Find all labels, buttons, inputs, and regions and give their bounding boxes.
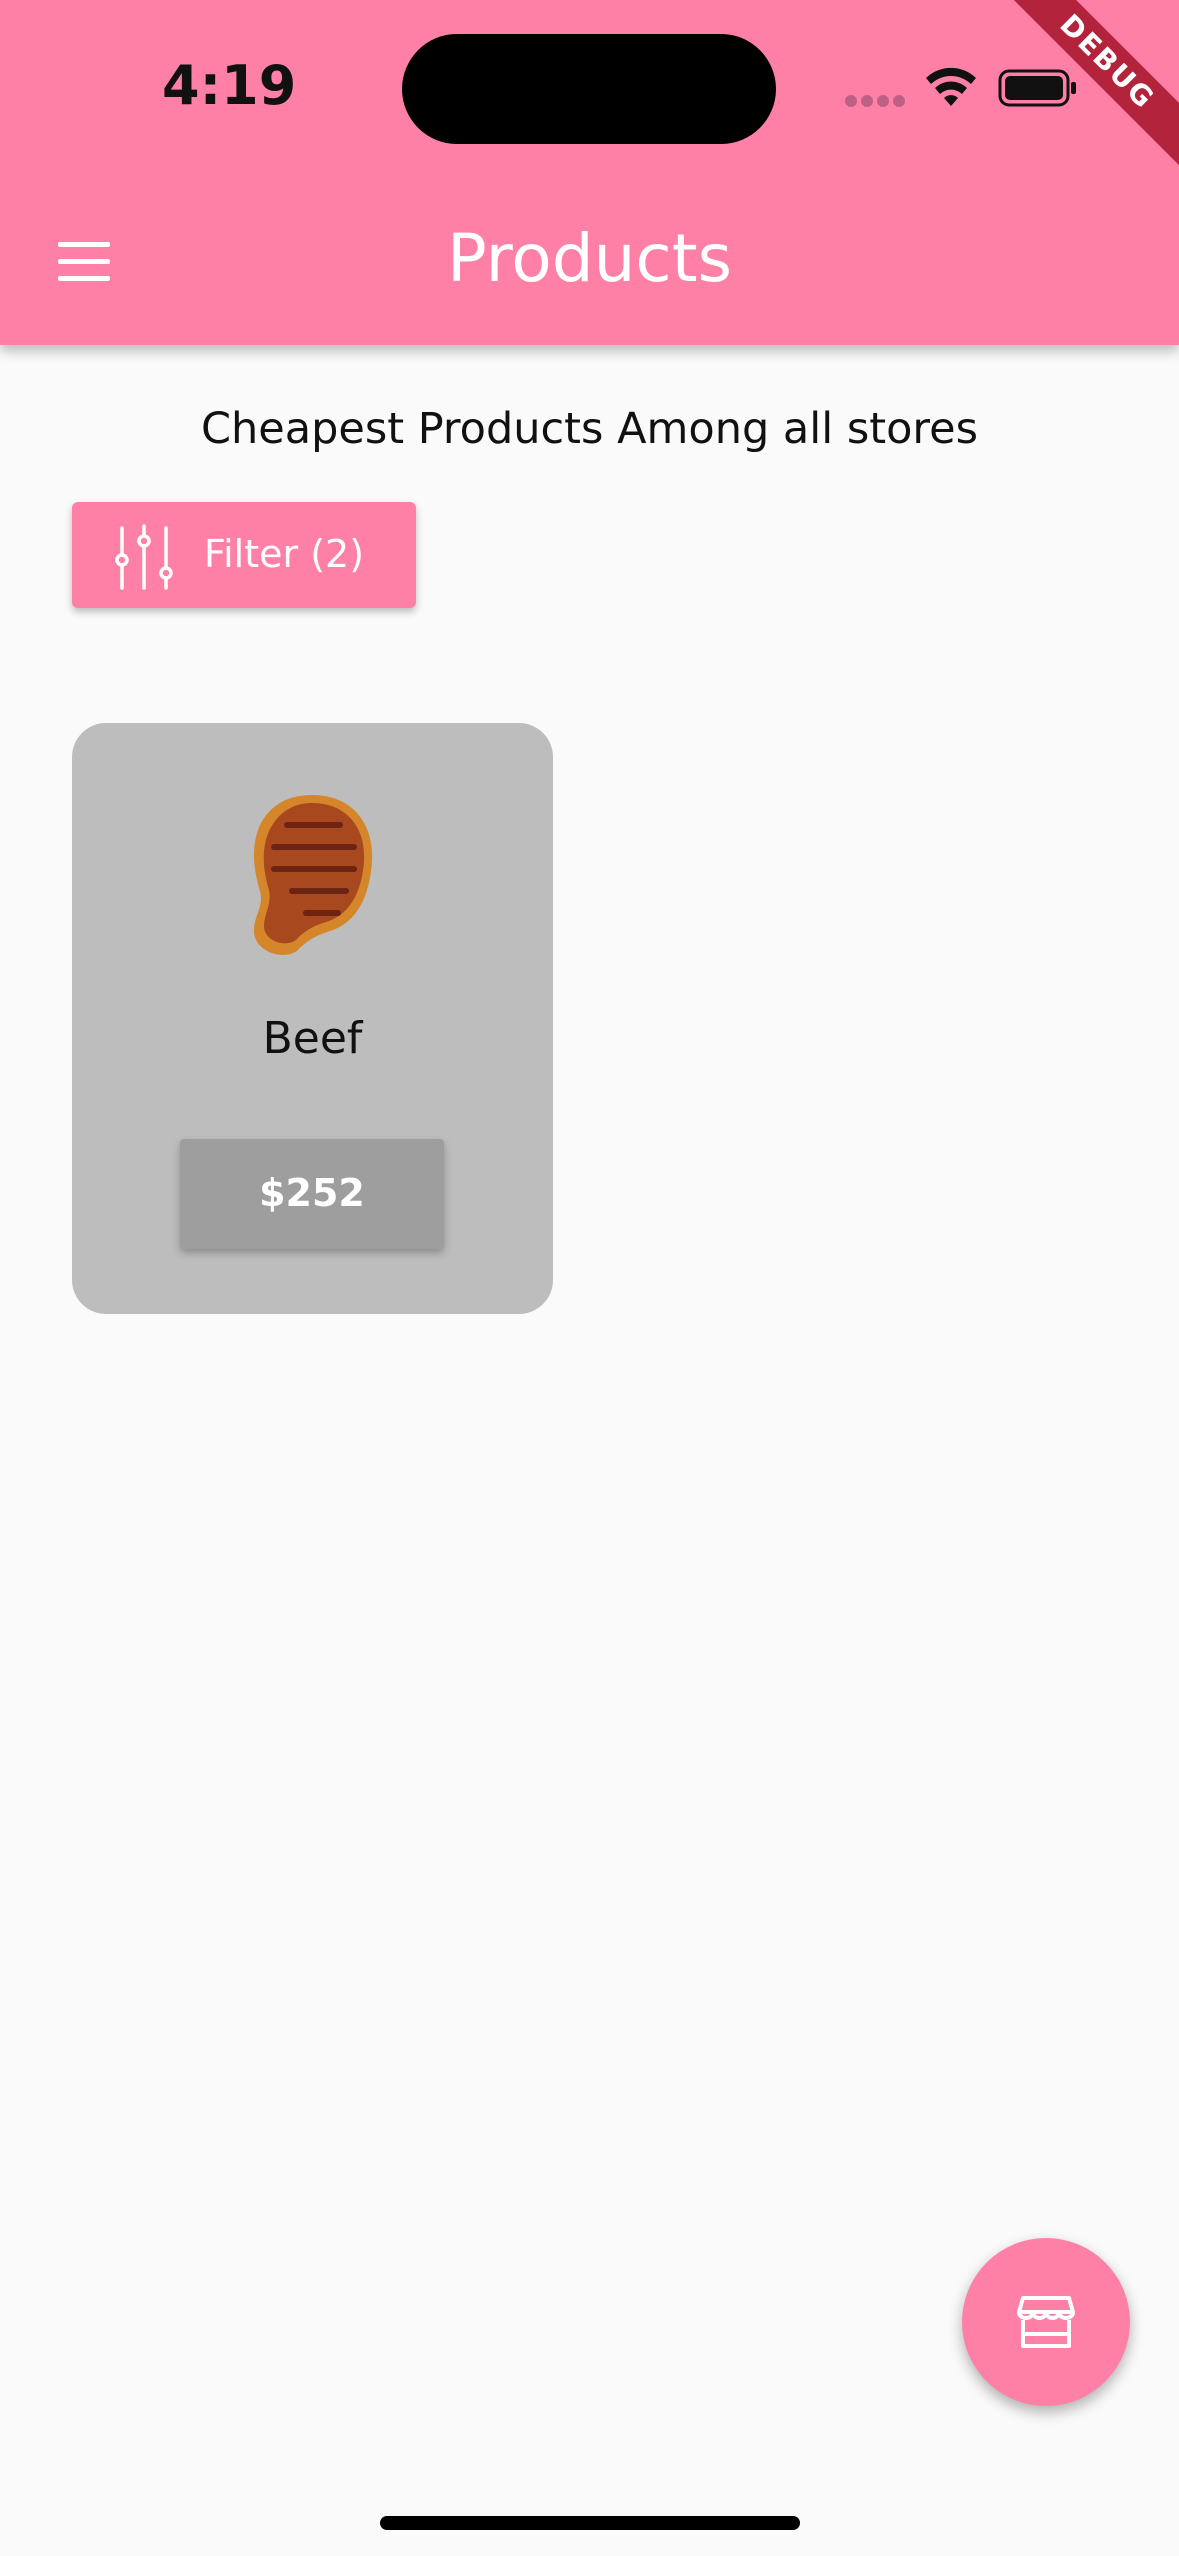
dynamic-island bbox=[402, 34, 776, 144]
steak-icon bbox=[254, 795, 373, 955]
subtitle: Cheapest Products Among all stores bbox=[200, 404, 978, 454]
price-label: $252 bbox=[259, 1171, 365, 1215]
screen: 4:19 Products DEBUG Cheapest Products Am… bbox=[0, 0, 1179, 2556]
battery-icon bbox=[998, 69, 1076, 107]
filter-button[interactable]: Filter (2) bbox=[72, 502, 416, 608]
store-fab-button[interactable] bbox=[962, 2238, 1130, 2406]
app-bar: 4:19 Products bbox=[0, 0, 1179, 345]
page-title: Products bbox=[447, 220, 732, 297]
filter-button-label: Filter (2) bbox=[204, 532, 365, 576]
price-button[interactable]: $252 bbox=[180, 1139, 444, 1249]
storefront-icon bbox=[1017, 2296, 1075, 2348]
product-name: Beef bbox=[262, 1013, 363, 1064]
cellular-signal-icon bbox=[845, 95, 907, 111]
product-card[interactable]: Beef $252 bbox=[72, 723, 553, 1314]
home-indicator bbox=[380, 2516, 800, 2530]
status-time: 4:19 bbox=[162, 54, 297, 117]
wifi-icon bbox=[926, 67, 976, 106]
sliders-icon bbox=[115, 524, 173, 590]
